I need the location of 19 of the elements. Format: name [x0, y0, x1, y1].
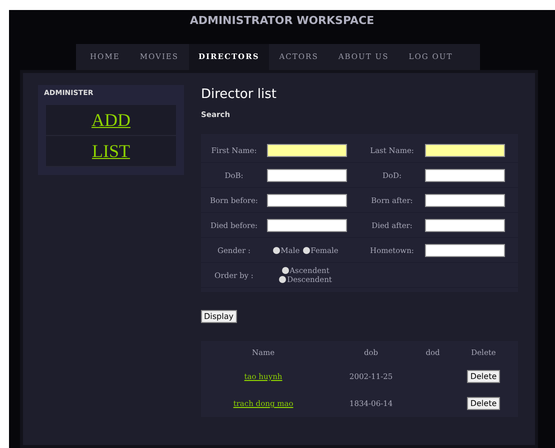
text-field[interactable] — [267, 144, 347, 156]
text-field[interactable] — [267, 168, 347, 182]
radio-button[interactable] — [302, 246, 310, 254]
text-field[interactable] — [267, 218, 347, 232]
radio-button[interactable] — [282, 267, 289, 274]
text-field[interactable] — [267, 194, 347, 206]
text-field[interactable] — [425, 144, 505, 156]
text-field[interactable] — [425, 194, 505, 206]
text-field[interactable] — [425, 218, 505, 232]
radio-button[interactable] — [279, 276, 286, 283]
text-field[interactable] — [425, 244, 505, 256]
sidebar-link[interactable]: LIST — [92, 140, 130, 162]
radio-button[interactable] — [272, 246, 280, 254]
display-button[interactable]: Display — [201, 310, 236, 323]
text-field[interactable] — [425, 168, 505, 182]
section-heading: Director list — [201, 87, 278, 102]
site-title: ADMINISTRATOR WORKSPACE — [188, 13, 376, 29]
delete-button[interactable]: Delete — [467, 370, 500, 383]
delete-button[interactable]: Delete — [467, 397, 500, 410]
